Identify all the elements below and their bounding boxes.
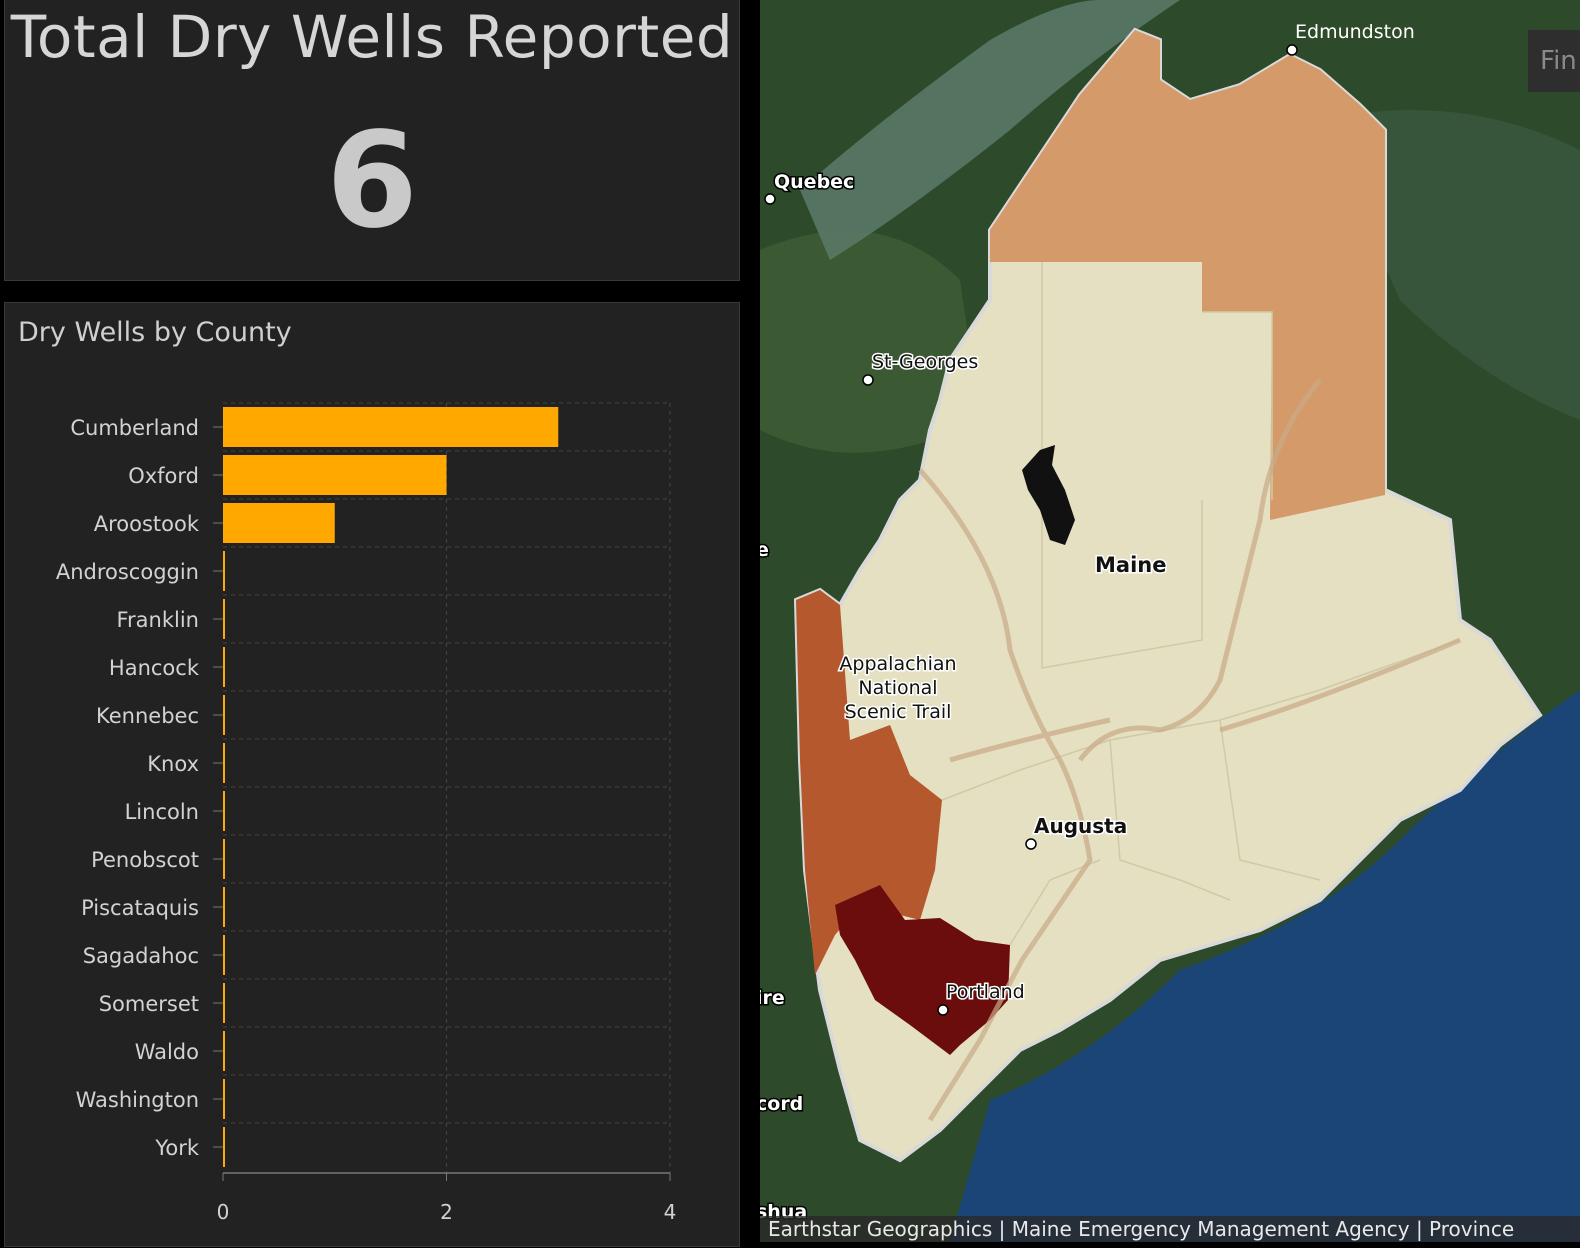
category-label: Cumberland: [70, 416, 199, 440]
category-label: Penobscot: [91, 848, 199, 872]
category-label: Piscataquis: [81, 896, 199, 920]
bar-androscoggin[interactable]: [223, 551, 225, 591]
total-dry-wells-panel: Total Dry Wells Reported 6: [4, 0, 740, 281]
augusta-label: Augusta: [1034, 814, 1127, 838]
st-georges-marker[interactable]: [862, 374, 874, 386]
bar-lincoln[interactable]: [223, 791, 225, 831]
bar-piscataquis[interactable]: [223, 887, 225, 927]
category-label: Oxford: [128, 464, 199, 488]
bar-kennebec[interactable]: [223, 695, 225, 735]
category-label: Hancock: [109, 656, 200, 680]
bar-hancock[interactable]: [223, 647, 225, 687]
bar-oxford[interactable]: [223, 455, 447, 495]
map-view[interactable]: Edmundston Quebec St-Georges Maine Appal…: [760, 0, 1580, 1242]
bar-waldo[interactable]: [223, 1031, 225, 1071]
edge-label: ire: [760, 987, 785, 1009]
category-label: York: [154, 1136, 200, 1160]
trail-label-line3: Scenic Trail: [845, 701, 952, 723]
category-label: Androscoggin: [56, 560, 199, 584]
quebec-marker[interactable]: [764, 193, 776, 205]
category-label: Lincoln: [125, 800, 199, 824]
x-tick-label: 4: [664, 1200, 677, 1224]
category-label: Somerset: [99, 992, 199, 1016]
portland-label: Portland: [946, 981, 1025, 1003]
category-label: Waldo: [135, 1040, 199, 1064]
bar-knox[interactable]: [223, 743, 225, 783]
total-title: Total Dry Wells Reported: [10, 3, 734, 71]
map-canvas[interactable]: Edmundston Quebec St-Georges Maine Appal…: [760, 0, 1580, 1242]
edge-label: cord: [760, 1093, 803, 1115]
category-label: Kennebec: [96, 704, 199, 728]
trail-label-line2: National: [858, 677, 937, 699]
edge-label: e: [760, 539, 769, 561]
bar-sagadahoc[interactable]: [223, 935, 225, 975]
map-attribution[interactable]: Earthstar Geographics | Maine Emergency …: [760, 1216, 1580, 1242]
total-value: 6: [326, 104, 418, 258]
bar-aroostook[interactable]: [223, 503, 335, 543]
st-georges-label: St-Georges: [872, 351, 978, 373]
bar-franklin[interactable]: [223, 599, 225, 639]
edmundston-marker[interactable]: [1286, 44, 1298, 56]
quebec-label: Quebec: [774, 171, 854, 193]
category-label: Aroostook: [94, 512, 200, 536]
category-label: Knox: [147, 752, 199, 776]
bar-washington[interactable]: [223, 1079, 225, 1119]
bar-york[interactable]: [223, 1127, 225, 1167]
bar-somerset[interactable]: [223, 983, 225, 1023]
maine-label: Maine: [1095, 553, 1166, 577]
find-button[interactable]: Fin: [1528, 30, 1580, 92]
category-label: Franklin: [116, 608, 199, 632]
augusta-marker[interactable]: [1025, 838, 1037, 850]
dry-wells-by-county-panel: Dry Wells by County 0 2 4 Cumberland Oxford A…: [4, 302, 740, 1247]
bar-cumberland[interactable]: [223, 407, 559, 447]
edmundston-label: Edmundston: [1295, 21, 1415, 43]
x-tick-label: 2: [440, 1200, 453, 1224]
x-tick-label: 0: [217, 1200, 230, 1224]
bar-chart: 0 2 4 Cumberland Oxford Aroostook Androscoggin…: [56, 402, 677, 1224]
portland-marker[interactable]: [937, 1004, 949, 1016]
category-label: Washington: [76, 1088, 199, 1112]
bar-penobscot[interactable]: [223, 839, 225, 879]
category-label: Sagadahoc: [83, 944, 199, 968]
trail-label-line1: Appalachian: [839, 653, 956, 675]
